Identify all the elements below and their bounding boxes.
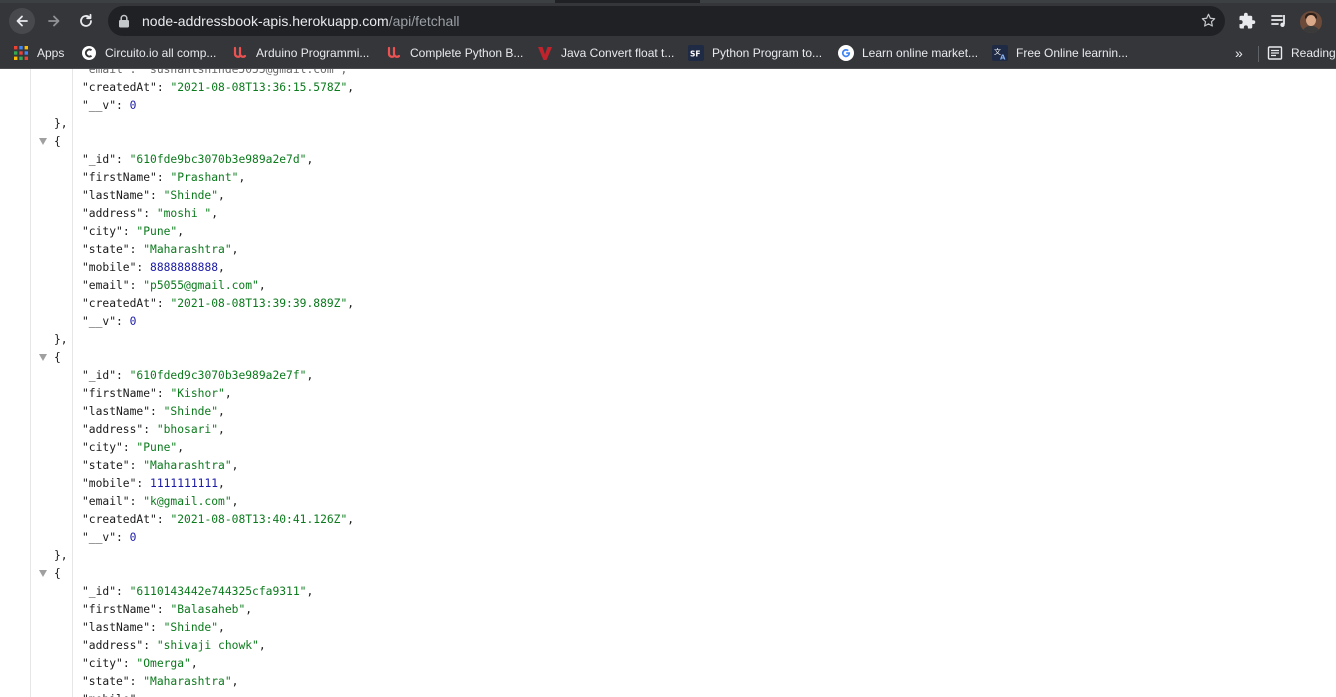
sf-icon: SF xyxy=(688,45,704,61)
bookmark-star-icon[interactable] xyxy=(1200,12,1217,29)
bookmarks-overflow-button[interactable]: » xyxy=(1235,45,1243,61)
bookmark-label: Python Program to... xyxy=(712,46,823,60)
svg-text:SF: SF xyxy=(690,50,701,59)
overflow-chevron-icon: » xyxy=(1235,45,1243,61)
json-line: "createdAt": "2021-08-08T13:40:41.126Z", xyxy=(82,513,355,526)
json-line: "email": "k@gmail.com", xyxy=(82,495,239,508)
bookmark-label: Free Online learnin... xyxy=(1016,46,1129,60)
json-line: "address": "bhosari", xyxy=(82,423,225,436)
json-line: "__v": 0 xyxy=(82,99,137,112)
bookmark-item[interactable]: Arduino Programmi... xyxy=(232,45,369,61)
bookmark-label: Learn online market... xyxy=(862,46,979,60)
json-line: "address": "moshi ", xyxy=(82,207,219,220)
json-line: "mobile": 1111111111, xyxy=(82,477,225,490)
json-line-cut: "mobile": xyxy=(82,691,150,697)
indent-guide xyxy=(72,69,73,697)
json-line: "mobile": 8888888888, xyxy=(82,261,225,274)
media-controls-button[interactable] xyxy=(1266,8,1292,34)
extensions-button[interactable] xyxy=(1234,8,1260,34)
json-line: "__v": 0 xyxy=(82,315,137,328)
bookmarks-bar: Apps Circuito.io all comp... Arduino Pro… xyxy=(0,38,1336,69)
json-line: "lastName": "Shinde", xyxy=(82,189,225,202)
forward-arrow-icon xyxy=(48,15,60,27)
address-bar[interactable]: node-addressbook-apis.herokuapp.com/api/… xyxy=(108,6,1225,36)
json-line: "state": "Maharashtra", xyxy=(82,243,239,256)
json-line: }, xyxy=(54,117,68,130)
profile-avatar[interactable] xyxy=(1300,11,1322,33)
json-close-brace: }, xyxy=(54,333,68,346)
bookmark-item[interactable]: Circuito.io all comp... xyxy=(81,45,216,61)
json-open-brace: { xyxy=(54,351,61,364)
json-line: "lastName": "Shinde", xyxy=(82,621,225,634)
collapse-toggle[interactable] xyxy=(39,354,47,361)
bookmark-label: Complete Python B... xyxy=(410,46,524,60)
json-line: "lastName": "Shinde", xyxy=(82,405,225,418)
circuito-icon xyxy=(81,45,97,61)
json-open-brace: { xyxy=(54,135,61,148)
json-line: "city": "Pune", xyxy=(82,225,185,238)
json-line: "city": "Omerga", xyxy=(82,657,198,670)
json-line: "_id": "6110143442e744325cfa9311", xyxy=(82,585,314,598)
url-host: node-addressbook-apis.herokuapp.com xyxy=(142,13,389,29)
apps-label: Apps xyxy=(37,46,65,60)
url-text[interactable]: node-addressbook-apis.herokuapp.com/api/… xyxy=(142,13,460,29)
json-line: "state": "Maharashtra", xyxy=(82,675,239,688)
bookmark-item[interactable]: SF Python Program to... xyxy=(688,45,822,61)
udemy-icon xyxy=(232,45,248,61)
reload-icon xyxy=(80,13,92,27)
bookmark-item[interactable]: Java Convert float t... xyxy=(537,45,674,61)
json-viewer: "email": "sushantshinde5055@gmail.com", … xyxy=(0,69,1336,697)
bookmark-item[interactable]: Learn online market... xyxy=(838,45,978,61)
forward-button[interactable] xyxy=(41,8,67,34)
bookmark-label: Circuito.io all comp... xyxy=(105,46,217,60)
google-g-icon xyxy=(838,45,854,61)
reading-list-label: Reading xyxy=(1291,46,1336,60)
json-line: "_id": "610fded9c3070b3e989a2e7f", xyxy=(82,369,314,382)
json-line: "_id": "610fde9bc3070b3e989a2e7d", xyxy=(82,153,314,166)
json-line: "state": "Maharashtra", xyxy=(82,459,239,472)
bookmark-label: Arduino Programmi... xyxy=(256,46,370,60)
vivaldi-v-icon xyxy=(537,45,553,61)
url-path: /api/fetchall xyxy=(388,13,460,29)
bookmarks-divider xyxy=(1258,46,1259,62)
svg-text:A: A xyxy=(1000,54,1006,62)
back-arrow-icon xyxy=(16,15,28,27)
apps-grid-icon xyxy=(13,45,29,61)
lock-icon[interactable] xyxy=(118,14,130,28)
json-line: "createdAt": "2021-08-08T13:36:15.578Z", xyxy=(82,81,355,94)
json-line: "email": "p5055@gmail.com", xyxy=(82,279,266,292)
playlist-icon xyxy=(1271,15,1285,27)
bookmark-label: Java Convert float t... xyxy=(561,46,675,60)
json-line: "address": "shivaji chowk", xyxy=(82,639,266,652)
collapse-toggle[interactable] xyxy=(39,138,47,145)
reading-list-icon xyxy=(1267,45,1283,61)
json-line-cut: "email": "sushantshinde5055@gmail.com", xyxy=(82,69,348,76)
json-line: "firstName": "Kishor", xyxy=(82,387,232,400)
json-open-brace: { xyxy=(54,567,61,580)
back-button[interactable] xyxy=(9,8,35,34)
browser-toolbar: node-addressbook-apis.herokuapp.com/api/… xyxy=(0,3,1336,38)
bookmark-item[interactable]: Complete Python B... xyxy=(386,45,523,61)
reload-button[interactable] xyxy=(73,8,99,34)
json-line: "__v": 0 xyxy=(82,531,137,544)
json-line: "firstName": "Balasaheb", xyxy=(82,603,253,616)
json-line: "firstName": "Prashant", xyxy=(82,171,246,184)
json-close-brace: }, xyxy=(54,549,68,562)
json-line: "createdAt": "2021-08-08T13:39:39.889Z", xyxy=(82,297,355,310)
translate-icon: 文A xyxy=(992,45,1008,61)
indent-guide xyxy=(30,69,31,697)
reading-list-button[interactable]: Reading xyxy=(1267,45,1336,61)
collapse-toggle[interactable] xyxy=(39,570,47,577)
puzzle-piece-icon xyxy=(1239,12,1256,29)
json-line: "city": "Pune", xyxy=(82,441,185,454)
udemy-icon xyxy=(386,45,402,61)
apps-shortcut[interactable]: Apps xyxy=(13,45,64,61)
bookmark-item[interactable]: 文A Free Online learnin... xyxy=(992,45,1128,61)
